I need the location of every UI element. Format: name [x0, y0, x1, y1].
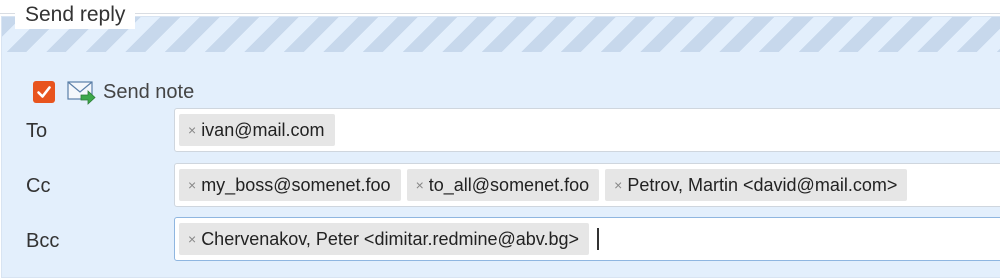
recipient-token[interactable]: × my_boss@somenet.foo [179, 169, 401, 201]
remove-token-icon[interactable]: × [188, 114, 196, 146]
remove-token-icon[interactable]: × [416, 169, 424, 201]
fieldset-header-stripes [2, 17, 1000, 52]
remove-token-icon[interactable]: × [188, 223, 196, 255]
send-note-row: Send note [33, 80, 195, 105]
recipient-token[interactable]: × to_all@somenet.foo [406, 169, 600, 201]
remove-token-icon[interactable]: × [188, 169, 196, 201]
recipient-token[interactable]: × Chervenakov, Peter <dimitar.redmine@ab… [179, 223, 589, 255]
recipient-token-label: Chervenakov, Peter <dimitar.redmine@abv.… [201, 229, 579, 249]
checkmark-icon [37, 86, 51, 98]
to-label: To [26, 120, 48, 142]
cc-recipients-input[interactable]: × my_boss@somenet.foo × to_all@somenet.f… [174, 163, 1000, 207]
bcc-label: Bcc [26, 230, 60, 252]
cc-label: Cc [26, 175, 51, 197]
bcc-recipients-input[interactable]: × Chervenakov, Peter <dimitar.redmine@ab… [174, 217, 1000, 261]
recipient-token-label: Petrov, Martin <david@mail.com> [627, 175, 898, 195]
recipient-token[interactable]: × Petrov, Martin <david@mail.com> [605, 169, 908, 201]
recipient-token-label: my_boss@somenet.foo [201, 175, 391, 195]
mail-forward-icon [67, 81, 96, 105]
send-note-checkbox[interactable] [33, 81, 55, 103]
send-reply-fieldset: Send note To × ivan@mail.com Cc × my_bos… [1, 16, 1000, 278]
remove-token-icon[interactable]: × [614, 169, 622, 201]
send-note-label: Send note [103, 80, 195, 103]
recipient-token[interactable]: × ivan@mail.com [179, 114, 335, 146]
to-recipients-input[interactable]: × ivan@mail.com [174, 108, 1000, 152]
top-divider [0, 13, 1000, 14]
fieldset-legend: Send reply [15, 1, 136, 29]
recipient-token-label: to_all@somenet.foo [428, 175, 590, 195]
text-caret [597, 228, 599, 250]
recipient-token-label: ivan@mail.com [201, 120, 325, 140]
